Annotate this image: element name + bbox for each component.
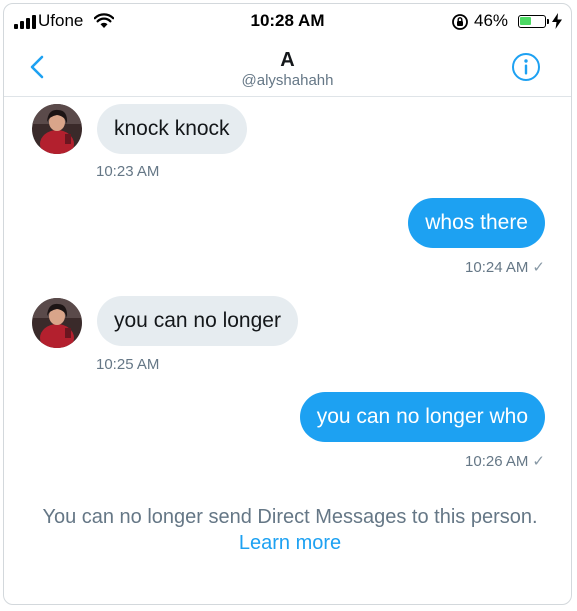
charging-bolt-icon [552, 13, 562, 29]
message-bubble-outgoing[interactable]: you can no longer who [299, 392, 545, 442]
contact-handle[interactable]: @alyshahahh [4, 72, 571, 89]
notice-text: You can no longer send Direct Messages t… [42, 506, 538, 528]
sent-check-icon: ✓ [532, 453, 545, 470]
avatar-photo [32, 104, 82, 154]
message-meta: 10:24 AM ✓ [465, 258, 545, 276]
status-bar: Ufone 10:28 AM 46% [4, 4, 571, 40]
contact-name[interactable]: A [4, 49, 571, 72]
sent-check-icon: ✓ [532, 259, 545, 276]
message-bubble-incoming[interactable]: knock knock [97, 104, 247, 154]
info-icon[interactable] [511, 52, 541, 82]
battery-percent: 46% [474, 11, 509, 30]
message-time: 10:25 AM [96, 356, 160, 373]
dm-conversation-screen: Ufone 10:28 AM 46% A @alyshahahh knock k… [3, 3, 572, 605]
battery-level [520, 17, 531, 25]
learn-more-link[interactable]: Learn more [239, 532, 341, 554]
orientation-lock-icon [452, 14, 468, 30]
avatar[interactable] [32, 298, 82, 348]
message-time: 10:23 AM [96, 163, 160, 180]
avatar-photo [32, 298, 82, 348]
message-bubble-incoming[interactable]: you can no longer [97, 296, 298, 346]
message-time: 10:26 AM [465, 453, 529, 470]
battery-icon [518, 15, 546, 28]
message-time: 10:24 AM [465, 259, 529, 276]
message-meta: 10:26 AM ✓ [465, 452, 545, 470]
avatar[interactable] [32, 104, 82, 154]
screenshot-frame: Ufone 10:28 AM 46% A @alyshahahh knock k… [0, 0, 577, 611]
conversation-header: A @alyshahahh [4, 40, 571, 97]
message-bubble-outgoing[interactable]: whos there [408, 198, 545, 248]
dm-disabled-notice: You can no longer send Direct Messages t… [34, 504, 546, 556]
battery-tip [547, 19, 549, 24]
